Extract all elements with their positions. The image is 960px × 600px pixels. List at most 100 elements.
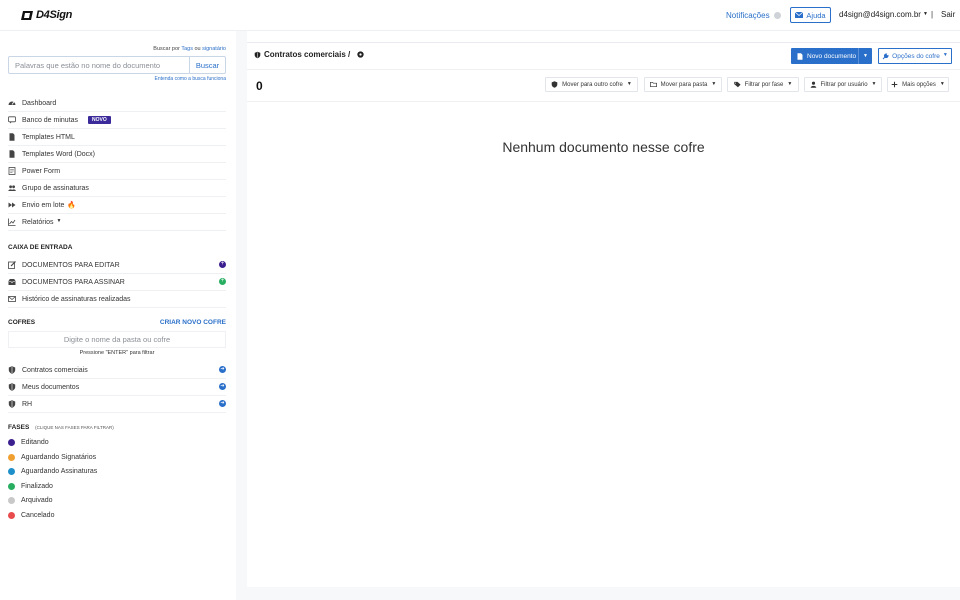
file-icon bbox=[797, 52, 803, 60]
arrow-right-icon[interactable]: ➜ bbox=[219, 366, 226, 373]
add-icon[interactable]: + bbox=[219, 278, 226, 285]
move-to-vault-label: Mover para outro cofre bbox=[562, 81, 623, 88]
vault-item-label: Meus documentos bbox=[22, 383, 80, 391]
phase-aguardando-assinaturas[interactable]: Aguardando Assinaturas bbox=[8, 468, 97, 475]
vaults-title: COFRES bbox=[8, 319, 36, 326]
folder-filter-box bbox=[8, 331, 226, 348]
phase-aguardando-signatarios[interactable]: Aguardando Signatários bbox=[8, 454, 96, 461]
header-divider bbox=[247, 69, 960, 70]
envelope-icon bbox=[8, 295, 16, 303]
shield-icon bbox=[8, 383, 16, 391]
comment-icon bbox=[8, 116, 16, 124]
chart-icon bbox=[8, 218, 16, 226]
form-icon bbox=[8, 167, 16, 175]
notifications-label: Notificações bbox=[726, 11, 770, 20]
search-help-link[interactable]: Entenda como a busca funciona bbox=[155, 76, 226, 82]
logo[interactable]: D4Sign bbox=[20, 9, 72, 21]
notifications-link[interactable]: Notificações bbox=[726, 11, 781, 20]
user-email: d4sign@d4sign.com.br bbox=[839, 10, 921, 19]
filter-by-user-button[interactable]: Filtrar por usuário ▼ bbox=[804, 77, 882, 92]
chevron-down-icon: ▼ bbox=[942, 52, 948, 58]
phase-arquivado[interactable]: Arquivado bbox=[8, 497, 53, 504]
folder-icon bbox=[649, 81, 657, 88]
chevron-down-icon: ▼ bbox=[787, 80, 793, 87]
document-count: 0 bbox=[256, 79, 263, 93]
add-icon[interactable]: + bbox=[219, 261, 226, 268]
filter-by-user-label: Filtrar por usuário bbox=[820, 81, 868, 88]
shield-icon bbox=[8, 400, 16, 408]
new-document-label: Novo documento bbox=[807, 52, 857, 60]
file-icon bbox=[8, 133, 16, 141]
nav-item-grupo-de-assinaturas[interactable]: Grupo de assinaturas bbox=[8, 180, 226, 197]
breadcrumb: Contratos comerciais / bbox=[254, 50, 364, 59]
inbox-docs-to-sign[interactable]: DOCUMENTOS PARA ASSINAR + bbox=[8, 274, 226, 291]
folder-filter-input[interactable] bbox=[9, 335, 225, 344]
logout-link[interactable]: Sair bbox=[941, 10, 955, 19]
nav-item-templates-html[interactable]: Templates HTML bbox=[8, 129, 226, 146]
phase-editando[interactable]: Editando bbox=[8, 439, 49, 446]
search-button[interactable]: Buscar bbox=[189, 57, 225, 73]
phase-cancelado[interactable]: Cancelado bbox=[8, 512, 54, 519]
plus-icon bbox=[891, 81, 898, 88]
new-badge: NOVO bbox=[88, 116, 111, 124]
vault-item[interactable]: Contratos comerciais ➜ bbox=[8, 362, 226, 379]
nav-item-templates-word[interactable]: Templates Word (Docx) bbox=[8, 146, 226, 163]
create-vault-link[interactable]: CRIAR NOVO COFRE bbox=[160, 319, 226, 326]
inbox-title: CAIXA DE ENTRADA bbox=[8, 244, 73, 251]
phase-color-dot bbox=[8, 512, 15, 519]
search-signer-link[interactable]: signatário bbox=[202, 46, 226, 52]
search-hint-or: ou bbox=[194, 46, 201, 52]
filter-by-phase-button[interactable]: Filtrar por fase ▼ bbox=[727, 77, 799, 92]
file-icon bbox=[8, 150, 16, 158]
search-tags-link[interactable]: Tags bbox=[181, 46, 193, 52]
tags-icon bbox=[733, 81, 741, 88]
phases-subtitle: (CLIQUE NAS FASES PARA FILTRAR) bbox=[35, 425, 114, 430]
phase-finalizado[interactable]: Finalizado bbox=[8, 483, 53, 490]
filter-by-phase-label: Filtrar por fase bbox=[744, 81, 784, 88]
shield-icon bbox=[551, 81, 558, 88]
more-options-button[interactable]: Mais opções ▼ bbox=[887, 77, 949, 92]
move-to-vault-button[interactable]: Mover para outro cofre ▼ bbox=[545, 77, 638, 92]
envelope-icon bbox=[795, 12, 804, 18]
nav-item-dashboard[interactable]: Dashboard bbox=[8, 95, 226, 112]
vault-item[interactable]: RH ➜ bbox=[8, 396, 226, 413]
phase-color-dot bbox=[8, 468, 15, 475]
help-button[interactable]: Ajuda bbox=[790, 7, 831, 23]
nav-item-relatorios[interactable]: Relatórios ▼ bbox=[8, 214, 226, 231]
phase-color-dot bbox=[8, 497, 15, 504]
nav-item-envio-em-lote[interactable]: Envio em lote 🔥 bbox=[8, 197, 226, 214]
arrow-right-icon[interactable]: ➜ bbox=[219, 383, 226, 390]
logo-text: D4Sign bbox=[36, 9, 73, 21]
chevron-down-icon[interactable]: ▼ bbox=[858, 48, 872, 64]
empty-state-message: Nenhum documento nesse cofre bbox=[502, 139, 705, 155]
dashboard-icon bbox=[8, 99, 16, 107]
send-icon bbox=[8, 201, 16, 209]
phase-color-dot bbox=[8, 483, 15, 490]
arrow-right-icon[interactable]: ➜ bbox=[219, 400, 226, 407]
new-document-label-wrap: Novo documento bbox=[791, 53, 858, 60]
chevron-down-icon: ▼ bbox=[56, 218, 62, 224]
chevron-down-icon: ▼ bbox=[939, 80, 945, 87]
new-document-button[interactable]: Novo documento ▼ bbox=[791, 48, 872, 64]
gear-icon[interactable] bbox=[357, 51, 364, 58]
users-icon bbox=[8, 184, 16, 192]
inbox-signature-history[interactable]: Histórico de assinaturas realizadas bbox=[8, 291, 226, 308]
move-to-folder-button[interactable]: Mover para pasta ▼ bbox=[644, 77, 722, 92]
nav-item-label: Power Form bbox=[22, 167, 61, 175]
phase-label: Cancelado bbox=[21, 512, 55, 519]
move-to-folder-label: Mover para pasta bbox=[660, 81, 708, 88]
chevron-down-icon: ▼ bbox=[711, 80, 717, 87]
phase-label: Finalizado bbox=[21, 483, 53, 490]
nav-item-label: Templates Word (Docx) bbox=[22, 150, 96, 158]
vault-item[interactable]: Meus documentos ➜ bbox=[8, 379, 226, 396]
nav-item-banco-de-minutas[interactable]: Banco de minutas NOVO bbox=[8, 112, 226, 129]
main-panel: Contratos comerciais / Novo documento ▼ … bbox=[247, 42, 960, 587]
phase-label: Arquivado bbox=[21, 497, 53, 504]
vault-options-button[interactable]: Opções do cofre ▼ bbox=[878, 48, 952, 64]
toolbar-divider bbox=[247, 101, 960, 102]
search-input[interactable] bbox=[9, 57, 189, 73]
user-menu[interactable]: d4sign@d4sign.com.br ▼ bbox=[839, 10, 928, 19]
inbox-docs-to-edit[interactable]: DOCUMENTOS PARA EDITAR + bbox=[8, 257, 226, 274]
nav-item-power-form[interactable]: Power Form bbox=[8, 163, 226, 180]
vaults-nav: Contratos comerciais ➜ Meus documentos ➜… bbox=[8, 362, 226, 413]
